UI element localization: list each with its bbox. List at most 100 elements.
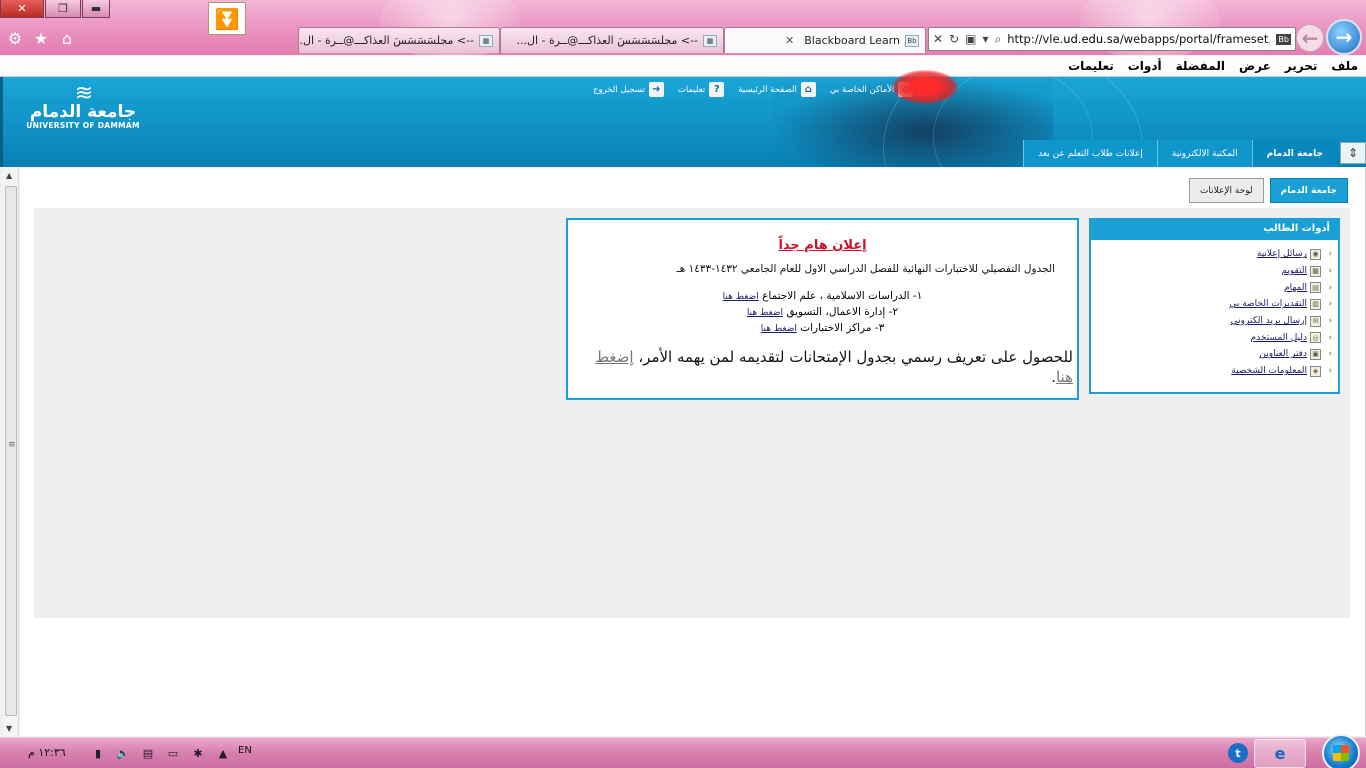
list-item[interactable]: ‹ ◎ دليل المستخدم xyxy=(1091,329,1332,346)
browser-chrome: ✕ ❐ ▬ ⏬ ⚙ ★ ⌂ ▦ --> مجلسَسَسَسَ العذاكــ… xyxy=(0,0,1366,55)
browser-tab[interactable]: ▦ --> مجلسَسَسَسَ العذاكـــ@ــرة - ال... xyxy=(298,27,500,53)
window-maximize-button[interactable]: ❐ xyxy=(45,0,81,18)
window-minimize-button[interactable]: ▬ xyxy=(82,0,110,18)
announcement-subtitle: الجدول التفصيلي للاختبارات النهائية للفص… xyxy=(676,263,1055,275)
system-tray: ▮ 🔈 ▤ ▭ ✱ ▲ xyxy=(90,745,231,761)
tab-favicon: Bb xyxy=(905,34,919,47)
top-link-home[interactable]: ⌂ الصفحة الرئيسية xyxy=(738,82,816,97)
tool-link[interactable]: إرسال بريد الكتروني xyxy=(1231,316,1307,326)
tool-link[interactable]: المعلومات الشخصية xyxy=(1231,366,1307,376)
list-item[interactable]: ‹ ◈ المعلومات الشخصية xyxy=(1091,363,1332,380)
taskbar-app-icon[interactable]: t xyxy=(1228,743,1248,763)
chevron-left-icon: ‹ xyxy=(1328,249,1332,260)
click-here-link[interactable]: اضغط هنا xyxy=(723,292,759,302)
tool-link[interactable]: رسائل إعلانية xyxy=(1257,249,1307,259)
scrollbar-thumb[interactable] xyxy=(5,186,17,716)
menu-file[interactable]: ملف xyxy=(1331,59,1358,73)
portal-tabs: ⇕ جامعة الدمام المكتبة الالكترونية إعلان… xyxy=(1023,138,1366,167)
windows-taskbar: ١٢:٣٦ م ▮ 🔈 ▤ ▭ ✱ ▲ EN t e xyxy=(0,734,1366,768)
list-item[interactable]: ‹ ▣ دفتر العناوين xyxy=(1091,346,1332,363)
tool-link[interactable]: المهام xyxy=(1284,283,1307,293)
tab-close-icon[interactable]: ✕ xyxy=(785,34,794,47)
expand-collapse-icon[interactable]: ⇕ xyxy=(1340,142,1366,164)
header-top-links: ⌂ الأماكن الخاصة بي ⌂ الصفحة الرئيسية ? … xyxy=(593,82,914,97)
browser-tab-active[interactable]: Bb Blackboard Learn ✕ xyxy=(724,27,926,53)
menu-tools[interactable]: أدوات xyxy=(1128,59,1162,73)
address-bar[interactable]: ✕ ↻ ▣ ▾ ⌕ http://vle.ud.edu.sa/webapps/p… xyxy=(928,27,1296,51)
click-here-link[interactable]: اضغط هنا xyxy=(747,308,783,318)
menu-favorites[interactable]: المفضلة xyxy=(1176,59,1225,73)
list-item[interactable]: ‹ ▦ التقويم xyxy=(1091,263,1332,280)
tasks-icon: ▤ xyxy=(1310,282,1321,294)
window-close-button[interactable]: ✕ xyxy=(0,0,44,18)
system-clock[interactable]: ١٢:٣٦ م xyxy=(28,746,66,759)
search-icon[interactable]: ⌕ xyxy=(995,32,1002,47)
forward-button[interactable]: ← xyxy=(1296,24,1324,52)
tab-label: Blackboard Learn xyxy=(804,34,900,47)
list-item: ٢- إدارة الاعمال، التسويق اضغط هنا xyxy=(746,306,899,318)
chevron-left-icon: ‹ xyxy=(1328,316,1332,327)
logo-waves-icon: ≋ xyxy=(74,81,93,106)
scroll-down-icon[interactable]: ▼ xyxy=(6,724,12,733)
stop-icon[interactable]: ✕ xyxy=(933,32,943,46)
click-here-link[interactable]: اضغط هنا xyxy=(761,324,797,334)
monitor-icon[interactable]: ▭ xyxy=(165,745,181,761)
subtab-announcements-board[interactable]: لوحة الإعلانات xyxy=(1188,178,1264,203)
menu-view[interactable]: عرض xyxy=(1239,59,1271,73)
tool-link[interactable]: دفتر العناوين xyxy=(1259,349,1307,359)
internet-explorer-icon[interactable]: e xyxy=(1254,739,1306,768)
menu-help[interactable]: تعليمات xyxy=(1068,59,1114,73)
chevron-left-icon: ‹ xyxy=(1328,349,1332,360)
top-link-help[interactable]: ? تعليمات xyxy=(678,82,725,97)
list-item[interactable]: ‹ ✉ إرسال بريد الكتروني xyxy=(1091,313,1332,330)
star-icon[interactable]: ★ xyxy=(32,29,50,48)
browser-toolbar-icons: ⚙ ★ ⌂ xyxy=(6,29,76,48)
tool-link[interactable]: التقديرات الخاصة بي xyxy=(1229,299,1307,309)
top-link-logout[interactable]: ➜ تسجيل الخروج xyxy=(593,82,664,97)
chevron-left-icon: ‹ xyxy=(1328,282,1332,293)
home-icon: ⌂ xyxy=(800,82,816,97)
announcement-items: ١- الدراسات الاسلامية ، علم الاجتماع اضغ… xyxy=(568,289,1077,337)
tray-expand-icon[interactable]: ▲ xyxy=(215,745,231,761)
url-text[interactable]: http://vle.ud.edu.sa/webapps/portal/fram… xyxy=(1007,32,1270,46)
dropdown-icon[interactable]: ▾ xyxy=(982,32,988,46)
subtab-university[interactable]: جامعة الدمام xyxy=(1269,178,1348,203)
tab-library[interactable]: المكتبة الالكترونية xyxy=(1156,140,1252,167)
tab-university[interactable]: جامعة الدمام xyxy=(1251,140,1337,167)
download-arrow-icon[interactable]: ⏬ xyxy=(208,2,246,35)
browser-tab[interactable]: ▦ --> مجلسَسَسَسَ العذاكـــ@ــرة - ال... xyxy=(500,27,724,53)
tab-favicon: ▦ xyxy=(479,34,493,47)
volume-icon[interactable]: 🔈 xyxy=(115,745,131,761)
frame-scrollbar[interactable]: ▲ ≡ ▼ xyxy=(3,168,19,736)
scroll-up-icon[interactable]: ▲ xyxy=(6,171,12,180)
address-book-icon: ▣ xyxy=(1310,348,1321,360)
speaker-icon: ◉ xyxy=(1310,248,1321,260)
main-content: جامعة الدمام لوحة الإعلانات أدوات الطالب… xyxy=(20,168,1366,736)
start-button[interactable] xyxy=(1322,734,1360,768)
tab-label: --> مجلسَسَسَسَ العذاكـــ@ــرة - ال... xyxy=(516,34,698,47)
university-logo[interactable]: ≋ جامعة الدمام UNIVERSITY OF DAMMAM xyxy=(23,81,143,131)
tab-distance-announcements[interactable]: إعلانات طلاب التعلم عن بعد xyxy=(1023,140,1157,167)
compat-view-icon[interactable]: ▣ xyxy=(965,32,976,46)
list-item[interactable]: ‹ ◉ رسائل إعلانية xyxy=(1091,246,1332,263)
gear-icon[interactable]: ⚙ xyxy=(6,29,24,48)
chevron-left-icon: ‹ xyxy=(1328,366,1332,377)
tool-link[interactable]: التقويم xyxy=(1281,266,1307,276)
signal-icon[interactable]: ▮ xyxy=(90,745,106,761)
bluetooth-icon[interactable]: ✱ xyxy=(190,745,206,761)
list-item[interactable]: ‹ ▤ المهام xyxy=(1091,279,1332,296)
device-icon[interactable]: ▤ xyxy=(140,745,156,761)
list-item: ٣- مراكز الاختبارات اضغط هنا xyxy=(760,322,885,334)
back-button[interactable]: → xyxy=(1326,19,1362,55)
menu-edit[interactable]: تحرير xyxy=(1285,59,1318,73)
logout-icon: ➜ xyxy=(648,82,664,97)
list-item: ١- الدراسات الاسلامية ، علم الاجتماع اضغ… xyxy=(722,290,923,302)
home-icon[interactable]: ⌂ xyxy=(58,29,76,48)
logo-english: UNIVERSITY OF DAMMAM xyxy=(26,121,140,130)
refresh-icon[interactable]: ↻ xyxy=(949,32,959,46)
list-item[interactable]: ‹ ▥ التقديرات الخاصة بي xyxy=(1091,296,1332,313)
scrollbar-grip-icon: ≡ xyxy=(8,440,16,450)
calendar-icon: ▦ xyxy=(1310,265,1321,277)
language-indicator[interactable]: EN xyxy=(238,745,252,756)
tool-link[interactable]: دليل المستخدم xyxy=(1251,333,1307,343)
